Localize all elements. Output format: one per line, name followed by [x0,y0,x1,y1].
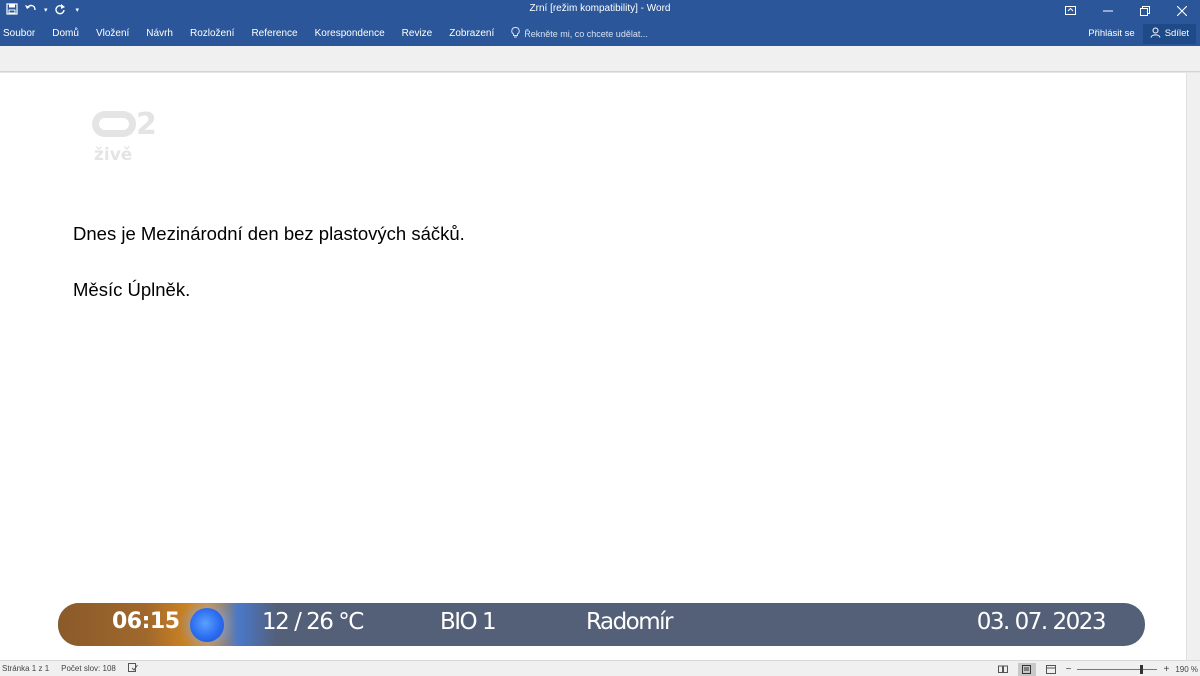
weather-sun-icon [190,608,224,642]
web-layout-icon[interactable] [1042,663,1060,676]
zoom-slider[interactable] [1077,663,1158,676]
title-bar: ▾ ▾ Zrní [režim kompatibility] - Word [0,0,1200,21]
tab-references[interactable]: Reference [251,28,297,39]
zoom-slider-track [1077,668,1158,670]
proofing-icon[interactable] [127,663,138,674]
minimize-icon[interactable] [1089,0,1126,21]
sign-in-link[interactable]: Přihlásit se [1088,28,1134,39]
ribbon-account-area: Přihlásit se Sdílet [1088,23,1196,44]
document-paragraph[interactable]: Dnes je Mezinárodní den bez plastových s… [73,223,465,245]
channel-logo: 2 živě [92,107,172,169]
tab-insert[interactable]: Vložení [96,28,129,39]
close-icon[interactable] [1163,0,1200,21]
window-controls [1052,0,1200,21]
word-count[interactable]: Počet slov: 108 [61,664,116,673]
maximize-icon[interactable] [1126,0,1163,21]
tell-me-placeholder: Řekněte mi, co chcete udělat... [524,28,648,39]
share-button[interactable]: Sdílet [1142,23,1196,44]
tab-design[interactable]: Návrh [146,28,173,39]
print-layout-icon[interactable] [1017,662,1036,676]
clock-time: 06:15 [112,609,180,634]
tell-me-box[interactable]: Řekněte mi, co chcete udělat... [511,27,648,40]
channel-logo-ring [92,111,136,137]
tab-mailings[interactable]: Korespondence [315,28,385,39]
channel-logo-number: 2 [136,107,157,142]
lightbulb-icon [511,27,520,40]
zoom-slider-thumb[interactable] [1140,664,1144,674]
share-label: Sdílet [1164,28,1189,39]
ribbon: Soubor Domů Vložení Návrh Rozložení Refe… [0,21,1200,46]
window-title: Zrní [režim kompatibility] - Word [529,3,671,14]
date: 03. 07. 2023 [976,609,1107,635]
tab-file[interactable]: Soubor [3,28,35,39]
info-bar: 06:15 12 / 26 °C BIO 1 Radomír 03. 07. 2… [58,603,1145,646]
status-left: Stránka 1 z 1 Počet slov: 108 [2,663,138,674]
tab-layout[interactable]: Rozložení [190,28,234,39]
tab-view[interactable]: Zobrazení [449,28,494,39]
ribbon-display-icon[interactable] [1052,0,1089,21]
zoom-out-icon[interactable]: − [1066,664,1072,675]
zoom-level[interactable]: 190 % [1175,665,1198,674]
name-day: Radomír [586,609,674,635]
tab-review[interactable]: Revize [402,28,433,39]
status-bar: Stránka 1 z 1 Počet slov: 108 − + 190 % [0,660,1200,676]
tab-home[interactable]: Domů [52,28,79,39]
channel-logo-word: živě [94,145,133,165]
temperature: 12 / 26 °C [262,609,364,635]
bio-program: BIO 1 [440,609,497,635]
read-mode-icon[interactable] [994,663,1012,676]
document-paragraph[interactable]: Měsíc Úplněk. [73,279,190,301]
zoom-in-icon[interactable]: + [1163,664,1169,675]
ribbon-tabs: Soubor Domů Vložení Návrh Rozložení Refe… [0,21,648,46]
person-icon [1150,27,1161,41]
vertical-scrollbar[interactable] [1186,73,1200,660]
page-indicator[interactable]: Stránka 1 z 1 [2,664,49,673]
status-right: − + 190 % [994,662,1198,676]
document-page[interactable]: 2 živě Dnes je Mezinárodní den bez plast… [0,73,1186,660]
ruler-area [0,46,1200,72]
